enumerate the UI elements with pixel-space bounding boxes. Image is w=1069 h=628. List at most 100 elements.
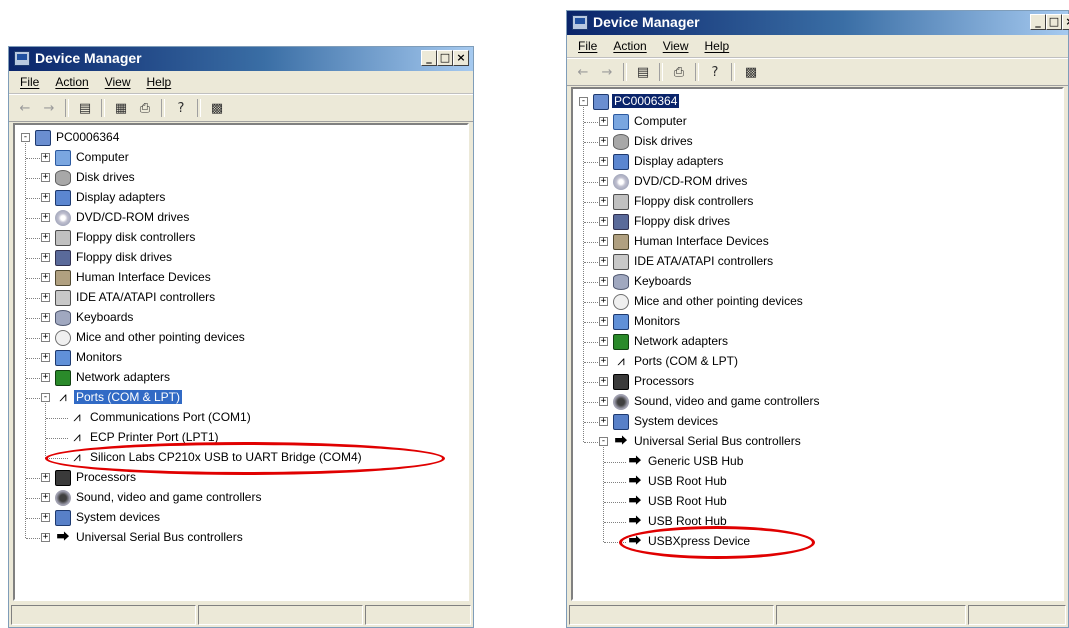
expand-icon[interactable]: + (599, 257, 608, 266)
collapse-icon[interactable]: - (599, 437, 608, 446)
maximize-button[interactable]: □ (437, 50, 453, 66)
tree-node-network-adapters[interactable]: + Network adapters (15, 368, 467, 388)
expand-icon[interactable]: + (41, 253, 50, 262)
tree-node-computer[interactable]: + Computer (15, 148, 467, 168)
close-button[interactable]: × (1062, 14, 1069, 30)
expand-icon[interactable]: + (41, 373, 50, 382)
tree-node-dvd-cd-rom-drives[interactable]: + DVD/CD-ROM drives (15, 208, 467, 228)
tree-node-device[interactable]: ⩘ Silicon Labs CP210x USB to UART Bridge … (15, 448, 467, 468)
help-icon[interactable]: ? (171, 98, 191, 118)
expand-icon[interactable]: + (41, 173, 50, 182)
scan-hardware-icon[interactable]: ▩ (741, 62, 761, 82)
tree-node-ide-ata-atapi-controllers[interactable]: + IDE ATA/ATAPI controllers (573, 252, 1062, 272)
collapse-icon[interactable]: - (579, 97, 588, 106)
tree-node-system-devices[interactable]: + System devices (573, 412, 1062, 432)
tree-node-monitors[interactable]: + Monitors (573, 312, 1062, 332)
expand-icon[interactable]: + (41, 353, 50, 362)
tree-node-floppy-disk-controllers[interactable]: + Floppy disk controllers (573, 192, 1062, 212)
expand-icon[interactable]: + (599, 337, 608, 346)
collapse-icon[interactable]: - (21, 133, 30, 142)
menu-file[interactable]: File (571, 39, 604, 53)
close-button[interactable]: × (453, 50, 469, 66)
tree-node-universal-serial-bus-controllers[interactable]: - ⮕ Universal Serial Bus controllers (573, 432, 1062, 452)
tree-node-human-interface-devices[interactable]: + Human Interface Devices (573, 232, 1062, 252)
tree-node-mice-and-other-pointing-devices[interactable]: + Mice and other pointing devices (573, 292, 1062, 312)
show-hide-console-tree-icon[interactable]: ▤ (633, 62, 653, 82)
expand-icon[interactable]: + (41, 233, 50, 242)
expand-icon[interactable]: + (41, 473, 50, 482)
expand-icon[interactable]: + (599, 177, 608, 186)
tree-node-floppy-disk-drives[interactable]: + Floppy disk drives (573, 212, 1062, 232)
device-tree[interactable]: - PC0006364 + Computer + Disk drives + Display … (571, 87, 1064, 601)
expand-icon[interactable]: + (599, 357, 608, 366)
tree-node-disk-drives[interactable]: + Disk drives (573, 132, 1062, 152)
tree-node-device[interactable]: ⮕ Generic USB Hub (573, 452, 1062, 472)
menu-help[interactable]: Help (140, 75, 179, 89)
device-tree[interactable]: - PC0006364 + Computer + Disk drives + Display … (13, 123, 469, 601)
back-arrow-icon[interactable]: ← (15, 98, 35, 118)
tree-node-floppy-disk-controllers[interactable]: + Floppy disk controllers (15, 228, 467, 248)
expand-icon[interactable]: + (599, 197, 608, 206)
tree-node-processors[interactable]: + Processors (573, 372, 1062, 392)
forward-arrow-icon[interactable]: → (597, 62, 617, 82)
tree-node-display-adapters[interactable]: + Display adapters (573, 152, 1062, 172)
expand-icon[interactable]: + (599, 417, 608, 426)
expand-icon[interactable]: + (599, 157, 608, 166)
expand-icon[interactable]: + (599, 117, 608, 126)
expand-icon[interactable]: + (41, 213, 50, 222)
menu-help[interactable]: Help (698, 39, 737, 53)
tree-node-device[interactable]: ⮕ USB Root Hub (573, 512, 1062, 532)
expand-icon[interactable]: + (599, 277, 608, 286)
help-icon[interactable]: ? (705, 62, 725, 82)
tree-node-device[interactable]: ⩘ ECP Printer Port (LPT1) (15, 428, 467, 448)
tree-node-sound-video-and-game-controllers[interactable]: + Sound, video and game controllers (573, 392, 1062, 412)
tree-node-computer[interactable]: + Computer (573, 112, 1062, 132)
tree-node-disk-drives[interactable]: + Disk drives (15, 168, 467, 188)
expand-icon[interactable]: + (599, 237, 608, 246)
expand-icon[interactable]: + (41, 153, 50, 162)
tree-node-dvd-cd-rom-drives[interactable]: + DVD/CD-ROM drives (573, 172, 1062, 192)
expand-icon[interactable]: + (599, 137, 608, 146)
tree-node-mice-and-other-pointing-devices[interactable]: + Mice and other pointing devices (15, 328, 467, 348)
tree-node-device[interactable]: ⮕ USBXpress Device (573, 532, 1062, 552)
expand-icon[interactable]: + (41, 513, 50, 522)
tree-node-processors[interactable]: + Processors (15, 468, 467, 488)
tree-node-root[interactable]: - PC0006364 (15, 128, 467, 148)
tree-node-ports-com-lpt[interactable]: + ⩘ Ports (COM & LPT) (573, 352, 1062, 372)
back-arrow-icon[interactable]: ← (573, 62, 593, 82)
tree-node-universal-serial-bus-controllers[interactable]: + ⮕ Universal Serial Bus controllers (15, 528, 467, 548)
tree-node-keyboards[interactable]: + Keyboards (15, 308, 467, 328)
expand-icon[interactable]: + (41, 293, 50, 302)
tree-node-ide-ata-atapi-controllers[interactable]: + IDE ATA/ATAPI controllers (15, 288, 467, 308)
tree-node-ports-com-lpt[interactable]: - ⩘ Ports (COM & LPT) (15, 388, 467, 408)
minimize-button[interactable]: _ (1030, 14, 1046, 30)
tree-node-human-interface-devices[interactable]: + Human Interface Devices (15, 268, 467, 288)
scan-hardware-icon[interactable]: ▩ (207, 98, 227, 118)
expand-icon[interactable]: + (599, 217, 608, 226)
expand-icon[interactable]: + (41, 313, 50, 322)
menu-file[interactable]: File (13, 75, 46, 89)
expand-icon[interactable]: + (599, 377, 608, 386)
tree-node-device[interactable]: ⮕ USB Root Hub (573, 492, 1062, 512)
tree-node-floppy-disk-drives[interactable]: + Floppy disk drives (15, 248, 467, 268)
menu-action[interactable]: Action (48, 75, 95, 89)
expand-icon[interactable]: + (41, 533, 50, 542)
expand-icon[interactable]: + (599, 297, 608, 306)
tree-node-monitors[interactable]: + Monitors (15, 348, 467, 368)
expand-icon[interactable]: + (41, 333, 50, 342)
tree-node-sound-video-and-game-controllers[interactable]: + Sound, video and game controllers (15, 488, 467, 508)
tree-node-network-adapters[interactable]: + Network adapters (573, 332, 1062, 352)
menu-view[interactable]: View (98, 75, 138, 89)
expand-icon[interactable]: + (599, 317, 608, 326)
tree-node-device[interactable]: ⮕ USB Root Hub (573, 472, 1062, 492)
tree-node-display-adapters[interactable]: + Display adapters (15, 188, 467, 208)
properties-icon[interactable]: ▦ (111, 98, 131, 118)
title-bar[interactable]: Device Manager _ □ × (9, 47, 473, 71)
show-hide-console-tree-icon[interactable]: ▤ (75, 98, 95, 118)
maximize-button[interactable]: □ (1046, 14, 1062, 30)
expand-icon[interactable]: + (41, 193, 50, 202)
tree-node-root[interactable]: - PC0006364 (573, 92, 1062, 112)
menu-action[interactable]: Action (606, 39, 653, 53)
print-icon[interactable]: ⎙ (135, 98, 155, 118)
collapse-icon[interactable]: - (41, 393, 50, 402)
